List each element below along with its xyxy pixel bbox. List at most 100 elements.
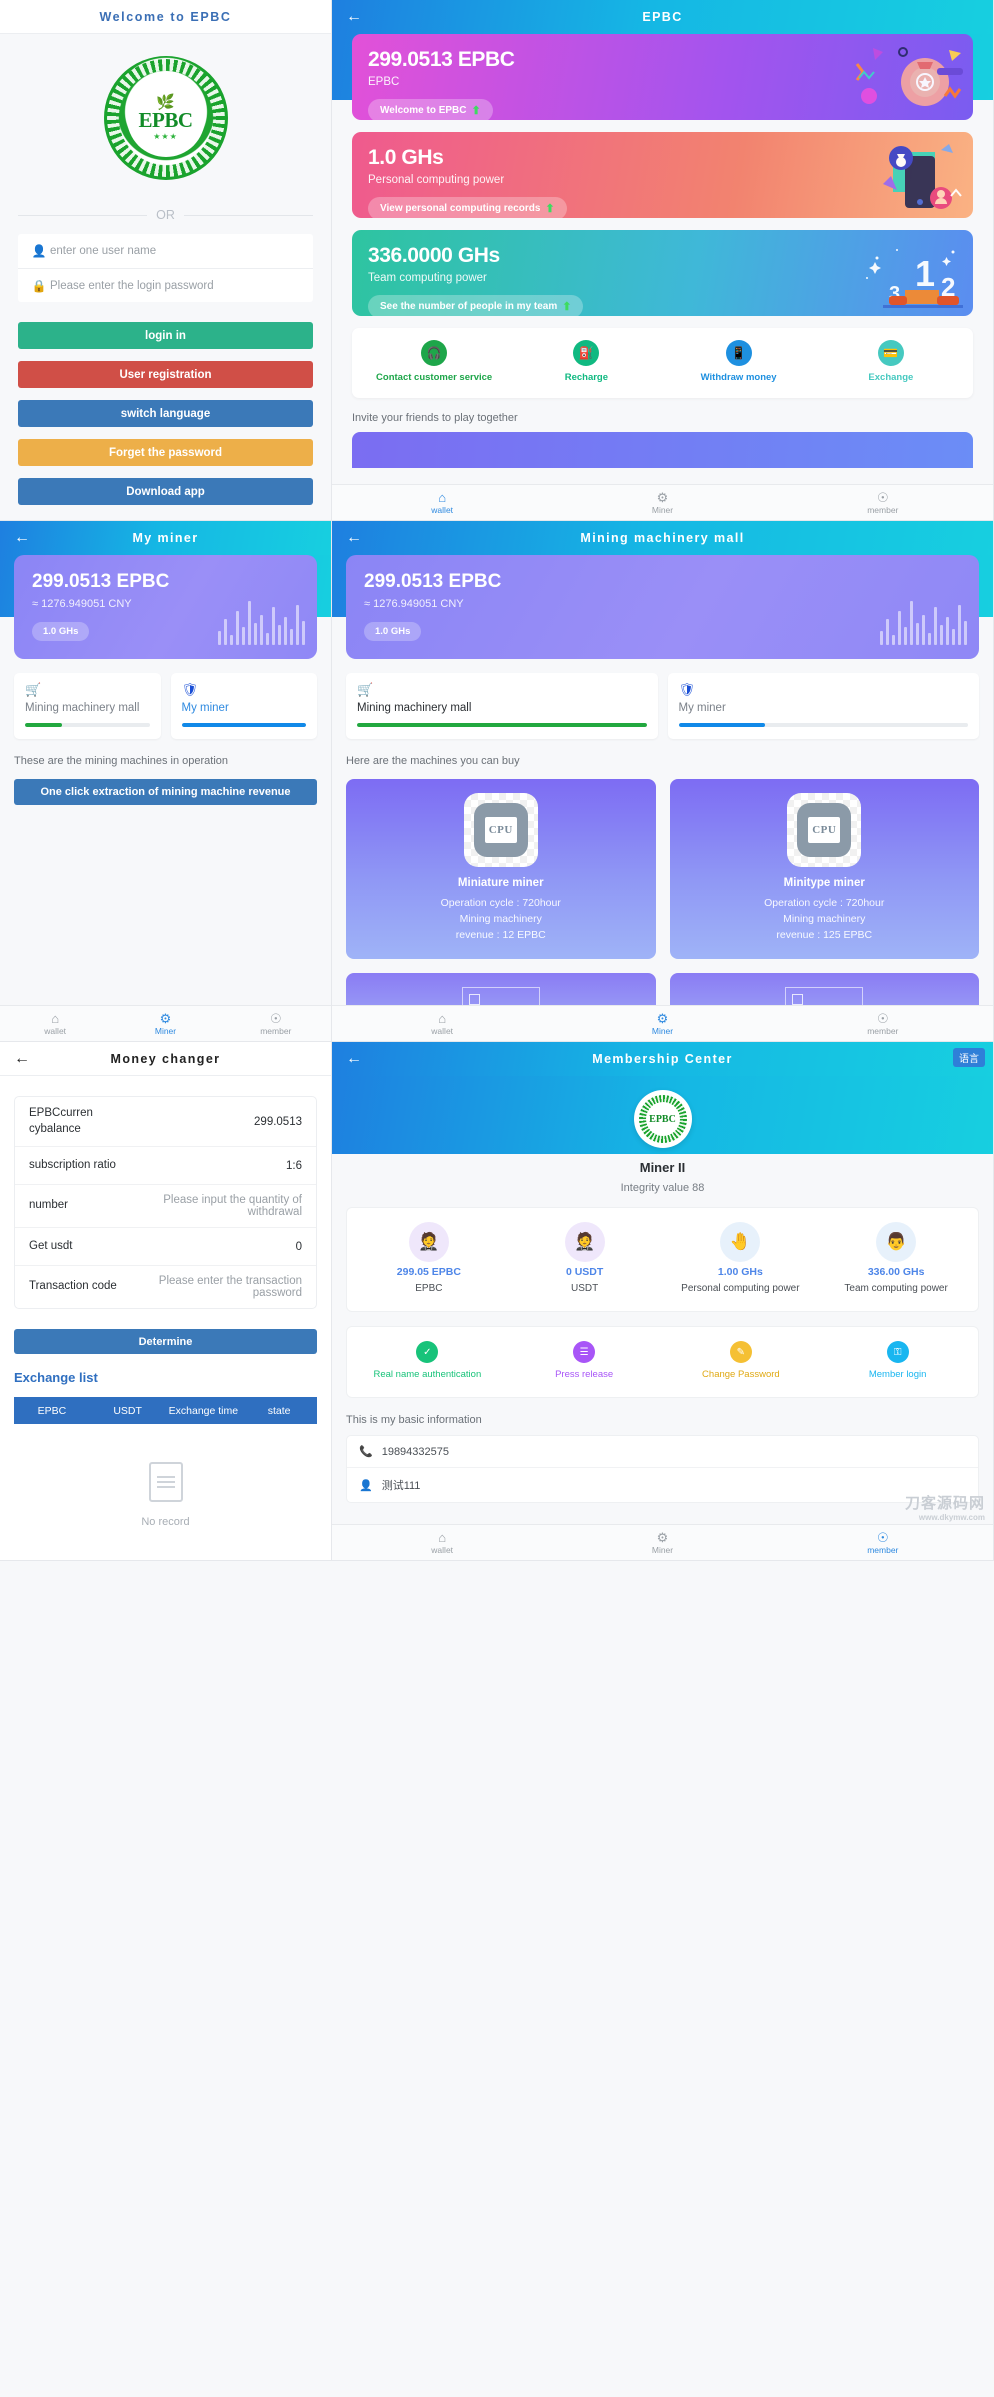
- tab-wallet[interactable]: ⌂ wallet: [332, 1012, 552, 1036]
- my-miner-panel: ← My miner 299.0513 EPBC ≈ 1276.949051 C…: [0, 521, 332, 1042]
- invite-text: Invite your friends to play together: [352, 411, 518, 424]
- back-arrow-icon[interactable]: ←: [14, 1050, 30, 1067]
- number-input[interactable]: Please input the quantity of withdrawal: [117, 1194, 302, 1218]
- language-button[interactable]: 语言: [953, 1048, 985, 1067]
- tab-miner[interactable]: ⚙ Miner: [552, 1012, 772, 1036]
- document-icon: [148, 1462, 183, 1503]
- personal-records-pill-button[interactable]: View personal computing records ⬆: [368, 197, 567, 218]
- login-body: 🌿 EPBC ★★★ OR 👤 enter one user name 🔒 Pl…: [0, 34, 331, 520]
- tab-wallet[interactable]: ⌂ wallet: [0, 1012, 110, 1036]
- back-arrow-icon[interactable]: ←: [346, 9, 362, 25]
- press-release-action[interactable]: ☰ Press release: [506, 1341, 663, 1381]
- shield-icon: 🛡: [181, 682, 199, 697]
- stat-value: 299.05 EPBC: [396, 1266, 461, 1278]
- tab-label: member: [867, 1025, 899, 1036]
- welcome-pill-button[interactable]: Welcome to EPBC ⬆: [368, 99, 493, 120]
- tab-member[interactable]: ☉ member: [773, 1531, 993, 1555]
- form-row-balance: EPBCcurren cybalance 299.0513: [15, 1097, 316, 1148]
- forget-password-button[interactable]: Forget the password: [18, 439, 313, 466]
- row-label: subscription ratio: [29, 1158, 116, 1171]
- action-label: Withdraw money: [700, 372, 777, 383]
- action-label: Exchange: [868, 372, 914, 383]
- change-password-action[interactable]: ✎ Change Password: [663, 1341, 820, 1381]
- action-label: Contact customer service: [376, 372, 493, 383]
- or-divider: OR: [18, 208, 313, 222]
- tab-miner[interactable]: ⚙ Miner: [552, 491, 772, 515]
- lock-icon: 🔒: [31, 278, 47, 293]
- watermark-sub: www.dkymw.com: [918, 1513, 985, 1522]
- user-icon: 👤: [359, 1479, 373, 1492]
- tab-my-miner[interactable]: 🛡 My miner: [667, 673, 979, 739]
- tab-label: Miner: [651, 504, 674, 515]
- member-stats: 🤵 299.05 EPBC EPBC 🤵 0 USDT USDT 🤚 1.00 …: [346, 1207, 979, 1312]
- coins-icon: ⚙: [656, 489, 669, 505]
- exchange-table-header: EPBC USDT Exchange time state: [14, 1397, 317, 1425]
- tab-label: wallet: [431, 1544, 454, 1555]
- tab-mining-machinery-mall[interactable]: 🛒 Mining machinery mall: [14, 673, 161, 739]
- switch-language-button[interactable]: switch language: [18, 400, 313, 427]
- miner-balance: 299.0513 EPBC: [32, 571, 170, 592]
- determine-button[interactable]: Determine: [14, 1329, 317, 1355]
- page-title: Membership Center: [592, 1052, 733, 1066]
- action-label: Change Password: [702, 1369, 780, 1380]
- tab-miner[interactable]: ⚙ Miner: [552, 1531, 772, 1555]
- invite-banner[interactable]: [352, 431, 973, 468]
- form-row-number[interactable]: number Please input the quantity of with…: [15, 1185, 316, 1229]
- wallet-header: ← EPBC: [332, 0, 993, 34]
- password-field[interactable]: 🔒 Please enter the login password: [18, 268, 313, 302]
- tab-member[interactable]: ☉ member: [773, 1012, 993, 1036]
- transaction-code-input[interactable]: Please enter the transaction password: [117, 1275, 302, 1299]
- coins-icon: ⚙: [656, 1529, 669, 1545]
- user-registration-button[interactable]: User registration: [18, 361, 313, 388]
- recharge-action[interactable]: ⛽ Recharge: [510, 340, 662, 384]
- tab-label: Miner: [651, 1025, 674, 1036]
- tab-progress: [678, 723, 968, 727]
- logo-text: EPBC: [645, 1102, 680, 1136]
- coin-person-icon: 🤵: [564, 1222, 605, 1262]
- back-arrow-icon[interactable]: ←: [14, 530, 30, 546]
- basic-info-row: 📞 19894332575: [347, 1436, 978, 1467]
- form-row-get-usdt: Get usdt 0: [15, 1228, 316, 1267]
- screenshot-grid: Welcome to EPBC 🌿 EPBC ★★★ OR 👤 enter on…: [0, 0, 994, 2397]
- back-arrow-icon[interactable]: ←: [346, 530, 362, 546]
- download-app-button[interactable]: Download app: [18, 478, 313, 505]
- username-field[interactable]: 👤 enter one user name: [18, 234, 313, 268]
- contact-customer-service-action[interactable]: 🎧 Contact customer service: [358, 340, 510, 384]
- money-changer-panel: ← Money changer EPBCcurren cybalance 299…: [0, 1042, 332, 1561]
- machine-cycle: Operation cycle : 720hour: [440, 897, 561, 909]
- team-count-pill-button[interactable]: See the number of people in my team ⬆: [368, 295, 584, 316]
- bottom-tabbar: ⌂ wallet ⚙ Miner ☉ member: [332, 1005, 993, 1041]
- one-click-extraction-button[interactable]: One click extraction of mining machine r…: [14, 779, 317, 805]
- tab-my-miner[interactable]: 🛡 My miner: [170, 673, 317, 739]
- exchange-action[interactable]: 💳 Exchange: [815, 340, 967, 384]
- form-row-transaction-code[interactable]: Transaction code Please enter the transa…: [15, 1266, 316, 1308]
- tab-member[interactable]: ☉ member: [773, 491, 993, 515]
- miner-ghs-badge: 1.0 GHs: [32, 622, 90, 641]
- bar-chart-decoration: [218, 597, 305, 645]
- wallet-actions: 🎧 Contact customer service ⛽ Recharge 📱 …: [352, 328, 973, 398]
- tab-wallet[interactable]: ⌂ wallet: [332, 1531, 552, 1555]
- stat-value: 1.00 GHs: [717, 1266, 763, 1278]
- tab-member[interactable]: ☉ member: [221, 1012, 331, 1036]
- tab-miner[interactable]: ⚙ Miner: [110, 1012, 220, 1036]
- watermark-main: 刀客源码网: [904, 1495, 985, 1512]
- tab-label: member: [867, 1544, 899, 1555]
- machine-card[interactable]: CPU Minitype miner Operation cycle : 720…: [669, 779, 979, 960]
- member-quick-actions: ✓ Real name authentication ☰ Press relea…: [346, 1326, 979, 1399]
- changer-header: ← Money changer: [0, 1042, 331, 1076]
- coins-icon: ⚙: [656, 1010, 669, 1026]
- back-arrow-icon[interactable]: ←: [346, 1051, 362, 1067]
- user-icon: 👤: [31, 244, 47, 258]
- login-button[interactable]: login in: [18, 322, 313, 349]
- row-label: Get usdt: [29, 1239, 73, 1252]
- mining-machinery-mall-panel: ← Mining machinery mall 299.0513 EPBC ≈ …: [332, 521, 994, 1042]
- column-exchange-time: Exchange time: [168, 1404, 239, 1417]
- action-label: Real name authentication: [373, 1369, 482, 1380]
- tab-label: Miner: [154, 1025, 177, 1036]
- machine-card[interactable]: CPU Miniature miner Operation cycle : 72…: [346, 779, 656, 960]
- real-name-authentication-action[interactable]: ✓ Real name authentication: [349, 1341, 506, 1381]
- member-login-action[interactable]: ⚿ Member login: [819, 1341, 976, 1381]
- tab-mining-machinery-mall[interactable]: 🛒 Mining machinery mall: [346, 673, 658, 739]
- tab-wallet[interactable]: ⌂ wallet: [332, 491, 552, 515]
- withdraw-money-action[interactable]: 📱 Withdraw money: [663, 340, 815, 384]
